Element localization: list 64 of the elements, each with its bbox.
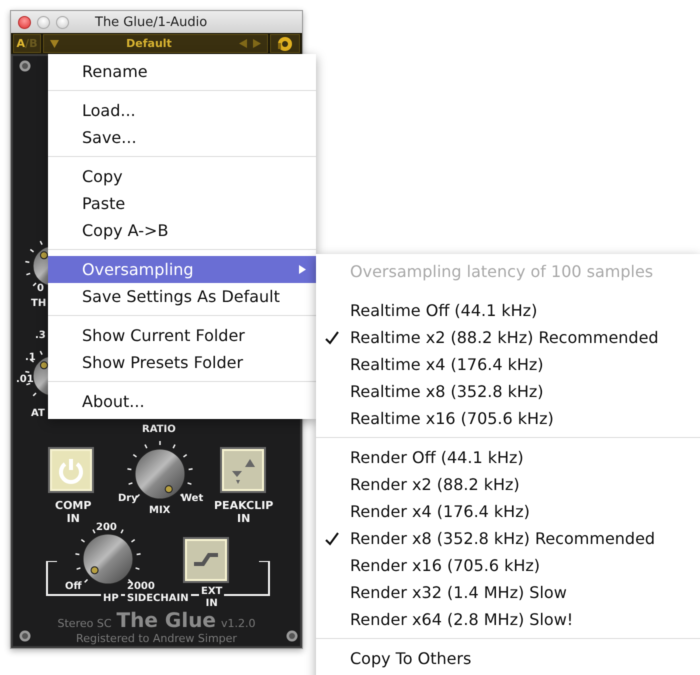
menu-item[interactable]: Realtime x16 (705.6 kHz) [316,405,700,432]
menu-item[interactable]: Render x64 (2.8 MHz) Slow! [316,606,700,633]
window-title: The Glue/1-Audio [95,14,208,30]
menu-item[interactable]: Render x32 (1.4 MHz) Slow [316,579,700,606]
menu-item[interactable]: About... [48,388,316,415]
comp-in-label: COMP IN [55,500,92,526]
menu-item[interactable]: Render x16 (705.6 kHz) [316,552,700,579]
dropdown-icon[interactable] [50,40,59,48]
preset-name: Default [125,37,173,50]
scale-label: .3 [35,330,46,342]
peakclip-in-label: PEAKCLIP IN [214,500,274,526]
ext-in-button[interactable] [183,537,229,583]
menu-item[interactable]: Realtime x2 (88.2 kHz) Recommended [316,324,700,351]
menu-item[interactable]: Rename [48,58,316,85]
menu-header: Oversampling latency of 100 samples [349,261,654,283]
menu-item[interactable]: Render x4 (176.4 kHz) [316,498,700,525]
scale-label: 0 [37,283,44,294]
menu-item[interactable]: Copy [48,163,316,190]
variant-label: Stereo SC [58,617,112,630]
menu-item[interactable]: Load... [48,97,316,124]
menu-item[interactable]: Realtime x8 (352.8 kHz) [316,378,700,405]
menu-item[interactable]: Paste [48,190,316,217]
product-name: The Glue [116,608,216,632]
scale-label: AT [31,408,45,420]
scale-label: Off [65,581,82,592]
scale-label: .1 [25,352,36,364]
menu-item[interactable]: Copy To Others [316,645,700,672]
menu-item[interactable]: Realtime x4 (176.4 kHz) [316,351,700,378]
check-icon [325,532,339,546]
ext-in-label: EXT IN [199,586,224,609]
mix-label: MIX [149,505,170,516]
menu-item[interactable]: Oversampling [48,256,316,283]
dry-label: Dry [118,493,138,504]
headphones-button[interactable] [270,34,300,53]
scale-label: .01 [16,374,34,386]
check-icon [325,331,339,345]
menu-item[interactable]: Render x8 (352.8 kHz) Recommended [316,525,700,552]
wet-label: Wet [181,493,204,504]
menu-item[interactable]: Realtime Off (44.1 kHz) [316,297,700,324]
registration-text: Registered to Andrew Simper [76,632,237,645]
menu-item[interactable]: Copy A->B [48,217,316,244]
ratio-label: RATIO [142,424,176,436]
close-button[interactable] [18,16,31,28]
menu-item[interactable]: Show Current Folder [48,322,316,349]
comp-in-button[interactable] [48,447,94,493]
peakclip-in-button[interactable] [220,447,266,493]
sidechain-label: SIDECHAIN [125,593,191,604]
menu-item[interactable]: Save Settings As Default [48,283,316,310]
ab-separator: / [25,37,30,50]
screw-icon [286,630,298,642]
next-icon[interactable] [253,39,261,48]
menu-item[interactable]: Render x2 (88.2 kHz) [316,471,700,498]
preset-selector[interactable]: Default [43,34,268,53]
previous-icon[interactable] [239,39,247,48]
scale-label: 200 [96,522,117,534]
scale-label: TH [31,298,46,310]
ab-option[interactable]: A [16,37,26,50]
screw-icon [19,60,31,72]
screw-icon [19,630,31,642]
menu-item[interactable]: Save... [48,124,316,151]
version-label: v1.2.0 [221,617,256,630]
scale-label: 2000 [127,581,155,592]
menu-item[interactable]: Show Presets Folder [48,349,316,376]
menu-item[interactable]: Render Off (44.1 kHz) [316,444,700,471]
